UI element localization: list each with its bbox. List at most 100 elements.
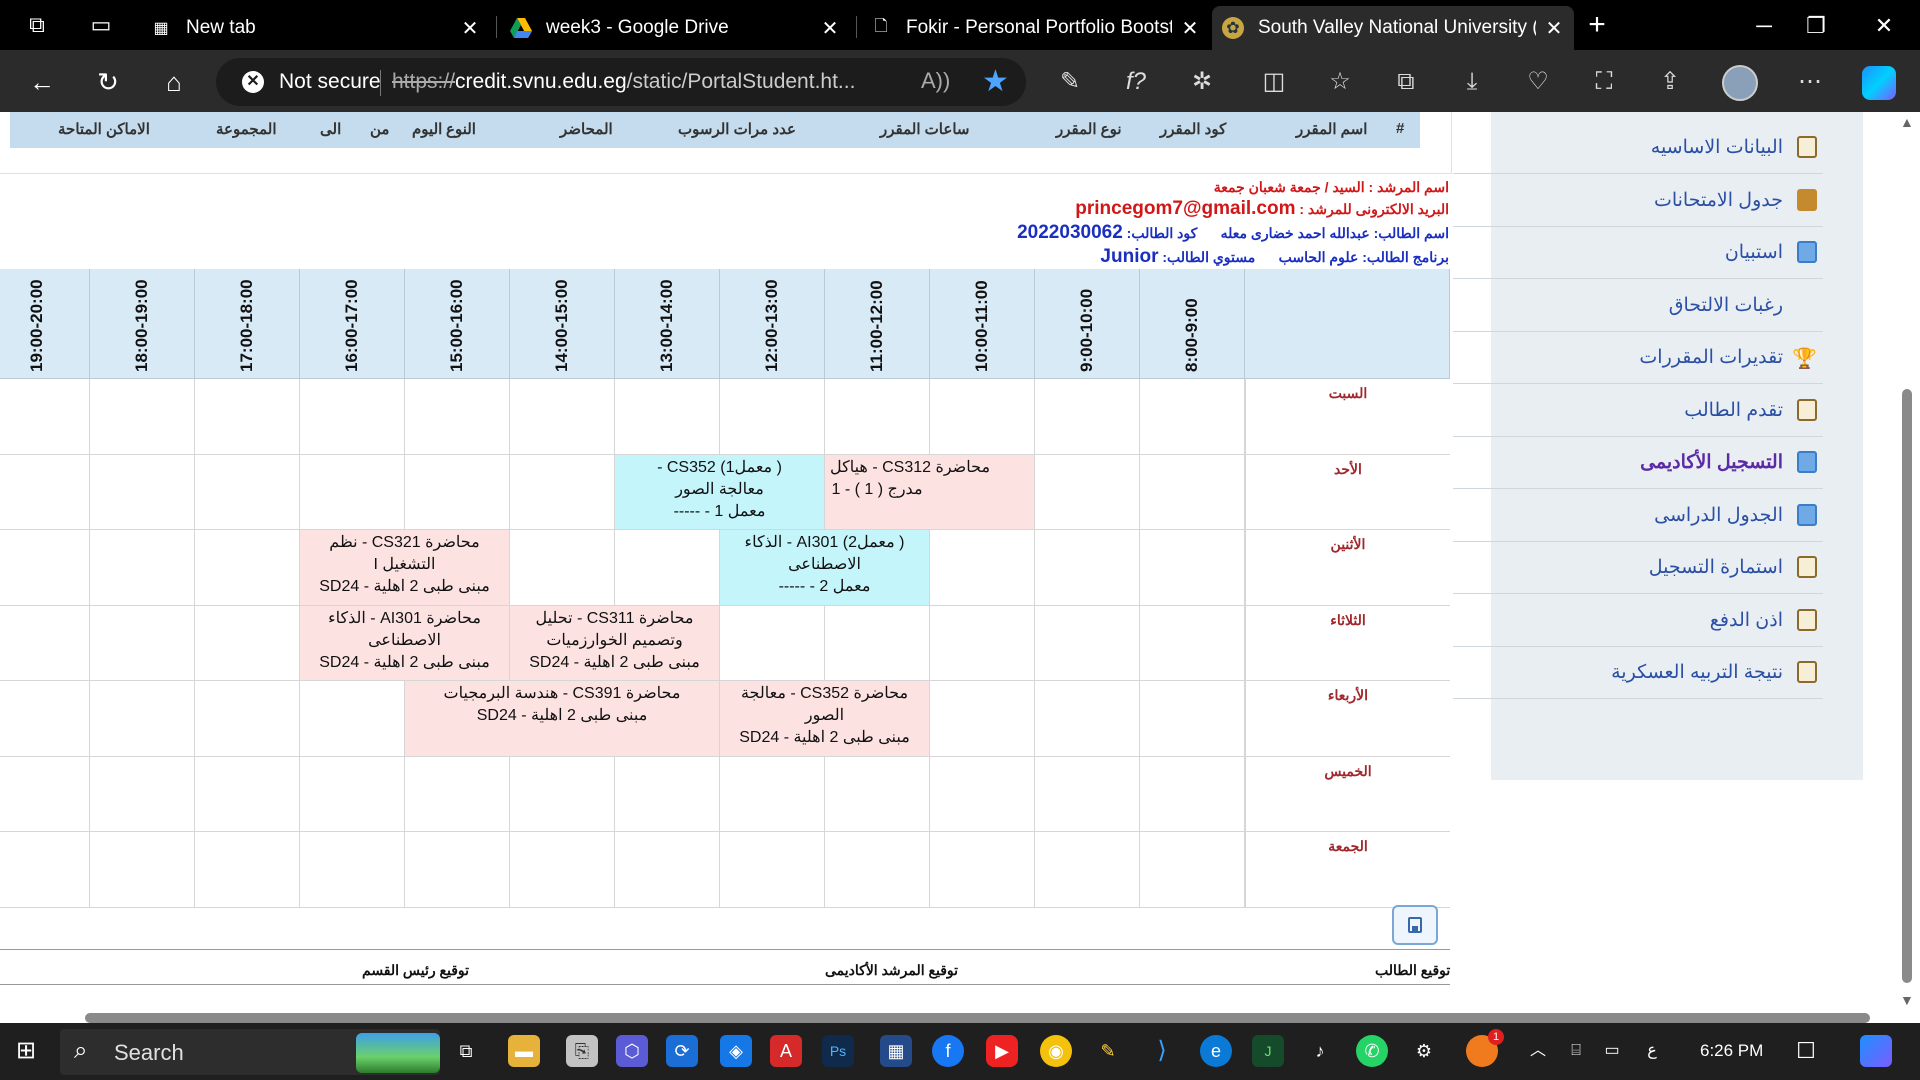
sidebar-item[interactable]: البيانات الاساسيه [1453,122,1823,174]
copilot-pre-icon[interactable] [1860,1035,1892,1067]
notification-app-icon[interactable]: 1 [1466,1029,1504,1067]
time-slot-header: 17:00-18:00 [195,269,300,379]
sidebar-item[interactable]: نتيجة التربيه العسكرية [1453,647,1823,699]
session-text: محاضرة AI301 - الذكاء [328,609,481,627]
file-explorer-icon[interactable]: ▬ [508,1035,540,1067]
tab-actions-icon[interactable]: ▭ [86,10,116,40]
pdf-reader-icon[interactable]: A [770,1035,802,1067]
copilot-taskbar-icon[interactable]: ⬡ [616,1035,648,1067]
timetable-cell [615,756,720,832]
sidebar-item-label: البيانات الاساسيه [1650,137,1783,158]
col-group: المجموعة [216,121,277,138]
taskbar-search[interactable]: ⌕ Search [60,1029,440,1075]
scroll-down-icon[interactable]: ▼ [1900,992,1914,1008]
session-text: مبنى طبى 2 اهلية - SD24 [476,707,648,724]
sidebar-item[interactable]: تقدم الطالب [1453,385,1823,437]
new-tab-plus-icon[interactable]: + [1582,10,1612,40]
store-icon[interactable]: ◈ [720,1035,752,1067]
not-secure-icon[interactable]: ✕ [242,71,264,93]
refresh-icon[interactable]: ↻ [88,62,128,102]
chrome-icon[interactable]: ◉ [1040,1035,1072,1067]
facebook-icon[interactable]: f [932,1035,964,1067]
clock[interactable]: 6:26 PM [1700,1041,1763,1061]
vscode-icon[interactable]: ⟩ [1146,1035,1178,1067]
sidebar-item[interactable]: اذن الدفع [1453,595,1823,647]
restore-icon[interactable]: ❐ [1788,6,1844,46]
advisor-signature: توقيع المرشد الأكاديمى [825,962,959,978]
col-course-type: نوع المقرر [1056,121,1122,138]
show-hidden-icons-icon[interactable]: ︿ [1522,1035,1554,1067]
address-bar[interactable]: ✕ Not secure https://credit.svnu.edu.eg/… [216,58,1026,106]
youtube-icon[interactable]: ▶ [986,1035,1018,1067]
sidebar-item[interactable]: استبيان [1453,227,1823,279]
timetable-cell [1140,756,1245,832]
scroll-thumb[interactable] [1902,389,1912,983]
scroll-up-icon[interactable]: ▲ [1900,114,1914,130]
photoshop-icon[interactable]: Ps [822,1035,854,1067]
close-tab-icon[interactable]: ✕ [1544,16,1564,41]
collections-icon[interactable]: ⧉ [1386,62,1426,102]
read-aloud-icon[interactable]: A)) [921,68,950,94]
dropper-icon[interactable]: ✎ [1050,62,1090,102]
extensions-icon[interactable]: ✲ [1182,62,1222,102]
whatsapp-icon[interactable]: ✆ [1356,1035,1388,1067]
formula-icon[interactable]: f? [1116,62,1156,102]
scroll-thumb[interactable] [85,1013,1870,1023]
document-icon [1797,556,1817,578]
security-label[interactable]: Not secure [279,70,381,94]
save-button[interactable] [1392,905,1438,945]
sidebar-item-label: استمارة التسجيل [1648,557,1783,578]
time-slot-label: 8:00-9:00 [1182,298,1201,372]
time-slot-label: 17:00-18:00 [237,279,256,372]
more-menu-icon[interactable]: ⋯ [1790,62,1830,102]
copilot-icon[interactable] [1862,66,1896,100]
close-tab-icon[interactable]: ✕ [820,16,840,41]
sidebar-item[interactable]: الجدول الدراسى [1453,490,1823,542]
workspaces-icon[interactable]: ⧉ [22,10,52,40]
vertical-scrollbar[interactable]: ▲ ▼ [1895,112,1920,1023]
notifications-icon[interactable]: ☐ [1790,1035,1822,1067]
sidebar-item[interactable]: استمارة التسجيل [1453,542,1823,594]
jetbrains-icon[interactable]: J [1252,1035,1284,1067]
student-signature: توقيع الطالب [1375,962,1451,978]
timetable-cell [615,832,720,908]
windows-taskbar: ⊞ ⌕ Search ⧉ ▬ ⎘ ⬡ ⟳ ◈ A Ps ▦ f ▶ ◉ ✎ ⟩ … [0,1023,1920,1080]
close-window-icon[interactable]: ✕ [1856,6,1912,46]
sidebar-item[interactable]: جدول الامتحانات [1453,175,1823,227]
day-label: الخميس [1245,756,1450,832]
sidebar-item[interactable]: رغبات الالتحاق [1453,280,1823,332]
files-app-icon[interactable]: ⎘ [566,1035,598,1067]
browser-essentials-icon[interactable]: ♡ [1518,62,1558,102]
windows-start-icon[interactable]: ⊞ [10,1035,42,1067]
close-tab-icon[interactable]: ✕ [1180,16,1200,41]
downloads-icon[interactable]: ⤓ [1452,62,1492,102]
close-tab-icon[interactable]: ✕ [460,16,480,41]
horizontal-scrollbar[interactable] [0,1010,1895,1023]
settings-gear-icon[interactable]: ⚙ [1408,1035,1440,1067]
screenshot-icon[interactable]: ⛶ [1584,62,1624,102]
task-view-icon[interactable]: ⧉ [450,1035,482,1067]
back-icon[interactable]: ← [22,62,62,102]
tab-google-drive[interactable]: week3 - Google Drive ✕ [500,6,850,50]
favorites-icon[interactable]: ☆ [1320,62,1360,102]
tab-svnu[interactable]: ✿ South Valley National University ( ✕ [1212,6,1574,50]
profile-avatar[interactable] [1722,65,1758,101]
url-text[interactable]: https://credit.svnu.edu.eg/static/Portal… [392,70,862,94]
sidebar-item[interactable]: 🏆 تقديرات المقررات [1453,332,1823,384]
favorite-star-icon[interactable]: ★ [982,64,1009,99]
home-icon[interactable]: ⌂ [154,62,194,102]
sidebar-item[interactable]: التسجيل الأكاديمى [1453,437,1823,489]
calendar-app-icon[interactable]: ▦ [880,1035,912,1067]
sticky-notes-icon[interactable]: ✎ [1092,1035,1124,1067]
tab-new-tab[interactable]: ▦ New tab ✕ [140,6,490,50]
network-icon[interactable]: ⌸ [1560,1035,1592,1067]
edge-icon[interactable]: e [1200,1035,1232,1067]
battery-icon[interactable]: ▭ [1596,1035,1628,1067]
split-screen-icon[interactable]: ◫ [1254,62,1294,102]
share-icon[interactable]: ⇪ [1650,62,1690,102]
language-indicator[interactable]: ع [1636,1035,1668,1067]
app-icon[interactable]: ⟳ [666,1035,698,1067]
minimize-icon[interactable]: ─ [1736,6,1792,46]
tab-fokir-portfolio[interactable]: 🗋 Fokir - Personal Portfolio Bootstra ✕ [860,6,1210,50]
tiktok-icon[interactable]: ♪ [1304,1035,1336,1067]
